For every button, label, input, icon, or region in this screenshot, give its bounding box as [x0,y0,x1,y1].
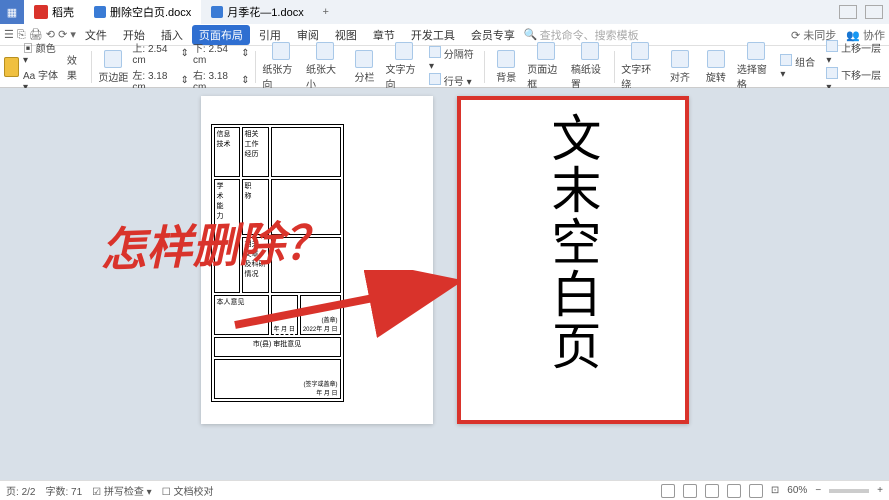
rotate-icon [707,50,725,68]
view-tool-icon[interactable] [661,484,675,498]
spellcheck-toggle[interactable]: ☑ 拼写检查 ▾ [92,483,152,498]
columns-icon [355,50,373,68]
pagesize-icon [316,42,334,60]
pageborder-button[interactable]: 页面边框 [527,42,565,91]
ribbon-pagelayout: ▣ 颜色 ▾ Aa 字体 ▾ 效果 页边距 上: 2.54 cm⇕ 左: 3.1… [0,46,889,88]
pagesize-button[interactable]: 纸张大小 [306,42,344,91]
wrap-button[interactable]: 文字环绕 [621,42,659,91]
menu-member[interactable]: 会员专享 [464,25,522,45]
margins-button[interactable]: 页边距 [98,50,128,84]
selectpane-button[interactable]: 选择窗格 [737,42,775,91]
textdir-icon [395,42,413,60]
movedown-icon [826,67,838,79]
zoom-slider[interactable] [829,489,869,493]
search-icon: 🔍 [524,28,538,41]
moveup-button[interactable]: 上移一层 ▾ [826,40,885,66]
orientation-button[interactable]: 纸张方向 [262,42,300,91]
cell: 信息技术 [214,127,240,177]
command-search[interactable]: 查找命令、搜索模板 [540,27,639,43]
tab-doc-0[interactable]: 删除空白页.docx [84,0,201,24]
margin-bottom-label: 下: 2.54 cm [193,40,239,66]
zoom-out[interactable]: − [815,485,821,496]
cell: 相关 工作 经历 [242,127,269,177]
rotate-button[interactable]: 旋转 [701,50,731,84]
view-print-icon[interactable] [683,484,697,498]
effect-picker[interactable]: 效果 [67,52,86,82]
tab-home[interactable]: 稻壳 [24,0,84,24]
statusbar: 页: 2/2 字数: 71 ☑ 拼写检查 ▾ ☐ 文档校对 ⊡ 60% − + [0,480,889,500]
orientation-icon [272,42,290,60]
background-icon [497,50,515,68]
align-button[interactable]: 对齐 [665,50,695,84]
window-btn-1[interactable] [839,5,857,19]
zoom-in[interactable]: + [877,485,883,496]
cell: 市(县) 审批意见 [214,337,341,357]
tab-doc-1[interactable]: 月季花—1.docx [201,0,313,24]
tab-home-label: 稻壳 [52,4,74,20]
view-web-icon[interactable] [749,484,763,498]
spinner-icon[interactable]: ⇕ [181,75,189,86]
fit-icon[interactable]: ⊡ [771,485,779,496]
window-btn-2[interactable] [865,5,883,19]
color-picker[interactable]: ▣ 颜色 ▾ [23,40,63,66]
theme-icon[interactable] [4,57,19,77]
watermark-button[interactable]: 稿纸设置 [571,42,609,91]
how-delete-annotation: 怎样删除？ [99,206,331,280]
word-doc-icon [211,6,223,18]
tab-doc-0-label: 删除空白页.docx [110,4,191,20]
spinner-icon[interactable]: ⇕ [241,75,249,86]
columns-button[interactable]: 分栏 [349,50,379,84]
spinner-icon[interactable]: ⇕ [181,48,189,59]
pageborder-icon [537,42,555,60]
group-icon [780,54,792,66]
app-menu-icon[interactable]: ▦ [0,0,24,24]
watermark-icon [581,42,599,60]
titlebar: ▦ 稻壳 删除空白页.docx 月季花—1.docx + [0,0,889,24]
page-2-blank[interactable]: 文末空白页 [457,96,689,424]
spinner-icon[interactable]: ⇕ [241,48,249,59]
word-doc-icon [94,6,106,18]
lineno-icon [429,73,441,85]
align-icon [671,50,689,68]
blank-page-annotation: 文末空白页 [537,112,609,372]
background-button[interactable]: 背景 [491,50,521,84]
moveup-icon [826,40,838,52]
zoom-level[interactable]: 60% [787,485,807,496]
group-button[interactable]: 组合 ▾ [780,54,820,80]
proof-toggle[interactable]: ☐ 文档校对 [162,483,214,498]
arrow-annotation [230,270,460,340]
view-outline-icon[interactable] [705,484,719,498]
wrap-icon [631,42,649,60]
margin-top-label: 上: 2.54 cm [132,40,178,66]
margins-icon [104,50,122,68]
view-read-icon[interactable] [727,484,741,498]
tab-add[interactable]: + [314,6,338,18]
lineno-button[interactable]: 行号 ▾ [429,73,478,88]
textdir-button[interactable]: 文字方向 [385,42,423,91]
docer-icon [34,5,48,19]
selectpane-icon [747,42,765,60]
page-indicator[interactable]: 页: 2/2 [6,483,35,498]
breaks-icon [429,46,441,58]
word-count[interactable]: 字数: 71 [45,483,82,498]
breaks-button[interactable]: 分隔符 ▾ [429,46,478,72]
tab-doc-1-label: 月季花—1.docx [227,4,303,20]
